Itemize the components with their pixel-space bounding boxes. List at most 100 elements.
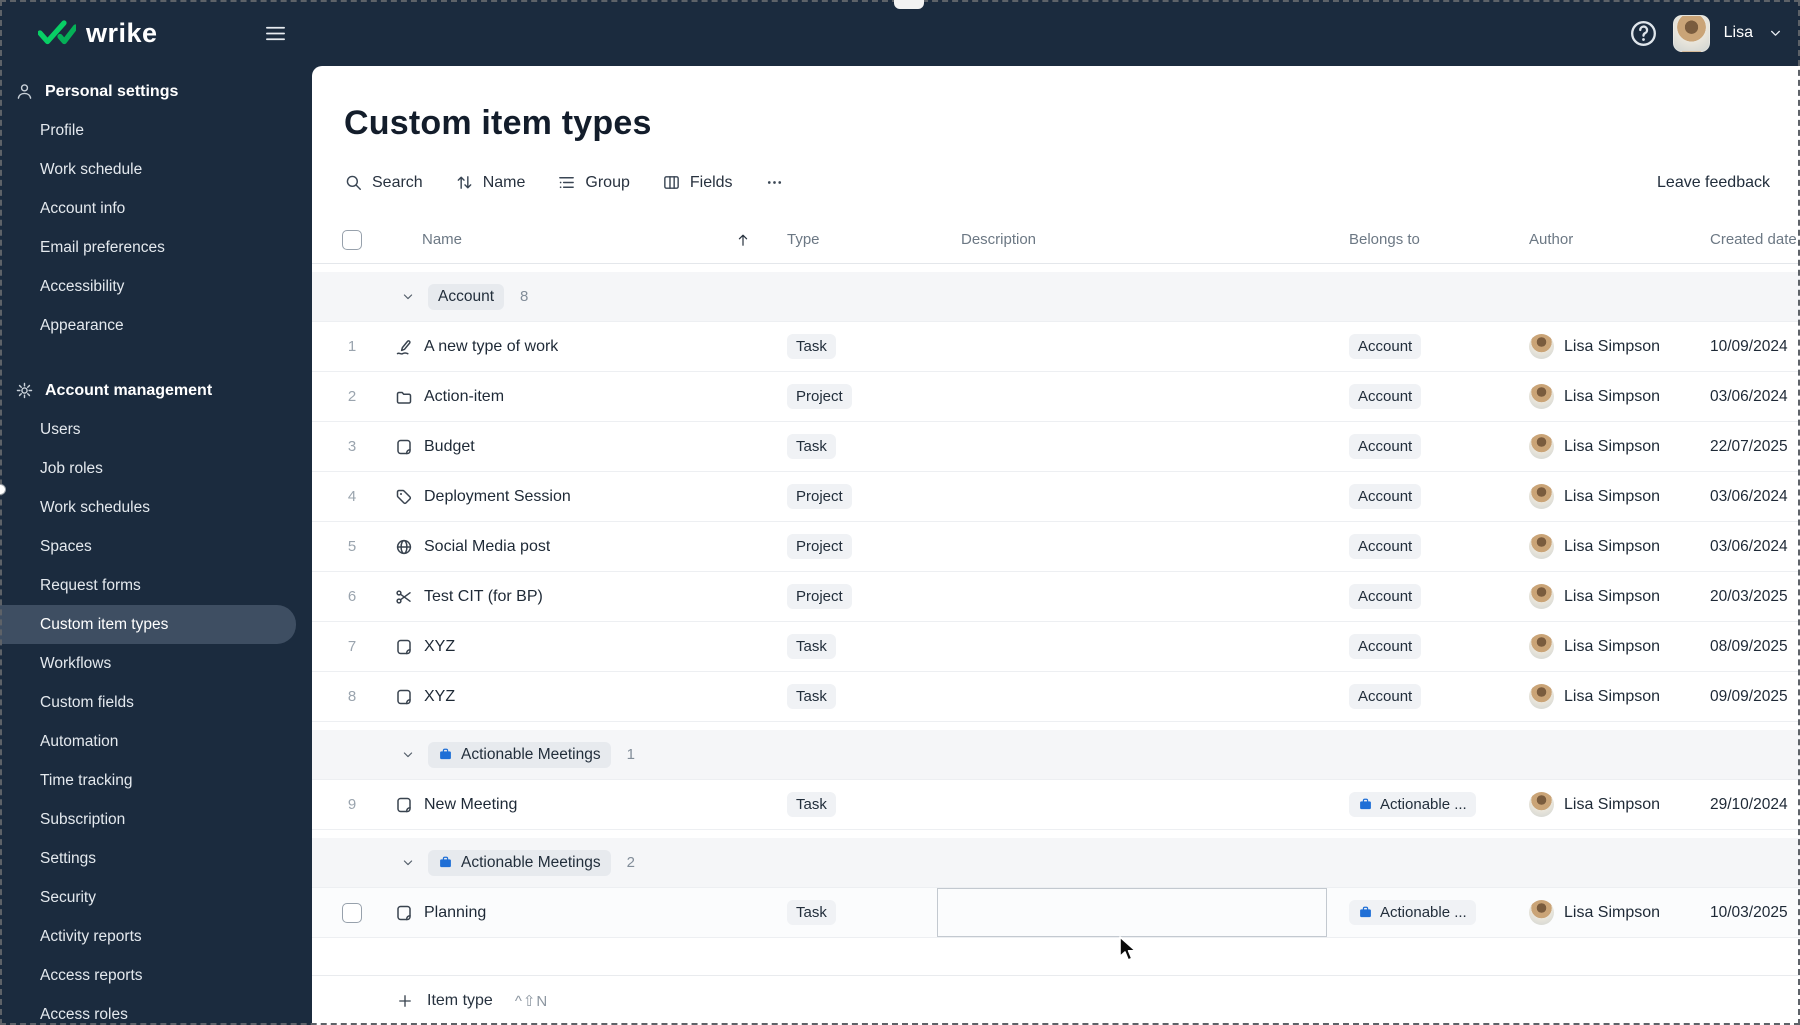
- sidebar-item-settings[interactable]: Settings: [0, 839, 296, 878]
- sidebar-item-email-preferences[interactable]: Email preferences: [0, 228, 296, 267]
- table-row-xyz[interactable]: 7 XYZ Task Account Lisa Simpson 08/09/2025: [312, 622, 1800, 672]
- sidebar-item-work-schedules[interactable]: Work schedules: [0, 488, 296, 527]
- column-header-description[interactable]: Description: [937, 231, 1327, 248]
- plus-icon: [396, 992, 414, 1010]
- toolbar: Search Name Group Fields Leave feedback: [344, 173, 1770, 192]
- topbar: wrike Lisa: [0, 0, 1800, 66]
- user-avatar[interactable]: [1672, 14, 1710, 52]
- column-header-type[interactable]: Type: [765, 231, 937, 248]
- belongs-to-badge: Actionable ...: [1349, 792, 1476, 817]
- table-row-social-media-post[interactable]: 5 Social Media post Project Account Lisa Sim…: [312, 522, 1800, 572]
- group-count: 2: [626, 854, 635, 871]
- type-badge: Project: [787, 484, 852, 509]
- sidebar-item-work-schedule[interactable]: Work schedule: [0, 150, 296, 189]
- sidebar-item-custom-fields[interactable]: Custom fields: [0, 683, 296, 722]
- leave-feedback-button[interactable]: Leave feedback: [1657, 174, 1770, 192]
- chevron-down-icon[interactable]: [1767, 25, 1784, 42]
- item-name[interactable]: XYZ: [424, 638, 455, 656]
- sidebar-item-custom-item-types[interactable]: Custom item types: [0, 605, 296, 644]
- item-name[interactable]: XYZ: [424, 688, 455, 706]
- author-name: Lisa Simpson: [1564, 537, 1661, 555]
- column-header-author[interactable]: Author: [1505, 231, 1690, 248]
- group-count: 1: [626, 746, 635, 763]
- sidebar-item-access-roles[interactable]: Access roles: [0, 995, 296, 1025]
- sort-button[interactable]: Name: [455, 173, 525, 192]
- row-number: 7: [347, 638, 357, 655]
- description-cell[interactable]: [937, 372, 1327, 421]
- item-name[interactable]: Action-item: [424, 388, 504, 406]
- fields-button[interactable]: Fields: [662, 173, 733, 192]
- table-row-action-item[interactable]: 2 Action-item Project Account Lisa Simpson 03…: [312, 372, 1800, 422]
- description-cell[interactable]: [937, 572, 1327, 621]
- description-cell[interactable]: [937, 622, 1327, 671]
- description-cell[interactable]: [937, 522, 1327, 571]
- description-cell[interactable]: [937, 322, 1327, 371]
- more-button[interactable]: [765, 173, 784, 192]
- item-name[interactable]: Social Media post: [424, 538, 550, 556]
- sidebar-section-account-management: Account management Users Job roles Work sch…: [0, 371, 312, 1025]
- sidebar-item-time-tracking[interactable]: Time tracking: [0, 761, 296, 800]
- item-name[interactable]: Test CIT (for BP): [424, 588, 543, 606]
- group-button[interactable]: Group: [557, 173, 630, 192]
- item-name[interactable]: A new type of work: [424, 338, 558, 356]
- sidebar-item-security[interactable]: Security: [0, 878, 296, 917]
- sidebar-item-workflows[interactable]: Workflows: [0, 644, 296, 683]
- chevron-down-icon[interactable]: [400, 747, 416, 763]
- task-icon: [394, 903, 414, 923]
- group-badge[interactable]: Actionable Meetings: [428, 741, 611, 768]
- type-badge: Task: [787, 684, 836, 709]
- table-row-planning[interactable]: Planning Task Actionable ... Lisa Simpson 10…: [312, 888, 1800, 938]
- help-icon[interactable]: [1628, 18, 1659, 49]
- sidebar-item-accessibility[interactable]: Accessibility: [0, 267, 296, 306]
- sidebar-item-profile[interactable]: Profile: [0, 111, 296, 150]
- menu-icon[interactable]: [264, 22, 287, 45]
- table-row-test-cit-for-bp[interactable]: 6 Test CIT (for BP) Project Account Lisa Sim…: [312, 572, 1800, 622]
- sidebar-item-job-roles[interactable]: Job roles: [0, 449, 296, 488]
- author-avatar: [1529, 792, 1554, 817]
- column-header-name[interactable]: Name: [392, 231, 765, 248]
- sidebar-item-activity-reports[interactable]: Activity reports: [0, 917, 296, 956]
- type-badge: Project: [787, 384, 852, 409]
- column-header-belongs-to[interactable]: Belongs to: [1327, 231, 1505, 248]
- item-name[interactable]: New Meeting: [424, 796, 517, 814]
- select-all-checkbox[interactable]: [342, 229, 362, 250]
- chevron-down-icon[interactable]: [400, 855, 416, 871]
- sidebar-item-automation[interactable]: Automation: [0, 722, 296, 761]
- description-cell[interactable]: [937, 472, 1327, 521]
- group-badge[interactable]: Account: [428, 283, 505, 310]
- sidebar-item-subscription[interactable]: Subscription: [0, 800, 296, 839]
- table-row-a-new-type-of-work[interactable]: 1 A new type of work Task Account Lisa Simps…: [312, 322, 1800, 372]
- wrike-logo[interactable]: wrike: [38, 18, 158, 49]
- row-number: 5: [347, 538, 357, 555]
- item-name[interactable]: Budget: [424, 438, 475, 456]
- group-badge[interactable]: Actionable Meetings: [428, 849, 611, 876]
- author-avatar: [1529, 334, 1554, 359]
- description-cell[interactable]: [937, 672, 1327, 721]
- belongs-to-badge: Account: [1349, 434, 1422, 459]
- add-item-type-button[interactable]: Item type: [396, 992, 493, 1010]
- search-button[interactable]: Search: [344, 173, 423, 192]
- row-checkbox[interactable]: [342, 902, 362, 923]
- author-name: Lisa Simpson: [1564, 437, 1661, 455]
- description-cell[interactable]: [937, 888, 1327, 937]
- item-name[interactable]: Deployment Session: [424, 488, 571, 506]
- sidebar-item-request-forms[interactable]: Request forms: [0, 566, 296, 605]
- table-row-xyz[interactable]: 8 XYZ Task Account Lisa Simpson 09/09/2025: [312, 672, 1800, 722]
- group-label: Actionable Meetings: [461, 745, 601, 763]
- chevron-down-icon[interactable]: [400, 289, 416, 305]
- sidebar-item-account-info[interactable]: Account info: [0, 189, 296, 228]
- sidebar-item-access-reports[interactable]: Access reports: [0, 956, 296, 995]
- table-row-budget[interactable]: 3 Budget Task Account Lisa Simpson 22/07/2025: [312, 422, 1800, 472]
- sidebar-item-appearance[interactable]: Appearance: [0, 306, 296, 345]
- table-row-deployment-session[interactable]: 4 Deployment Session Project Account Lisa Si…: [312, 472, 1800, 522]
- sidebar-item-spaces[interactable]: Spaces: [0, 527, 296, 566]
- column-header-created-date[interactable]: Created date: [1690, 231, 1800, 248]
- user-name[interactable]: Lisa: [1724, 24, 1753, 42]
- table-row-new-meeting[interactable]: 9 New Meeting Task Actionable ... Lisa Simps…: [312, 780, 1800, 830]
- sidebar-item-users[interactable]: Users: [0, 410, 296, 449]
- description-cell[interactable]: [937, 780, 1327, 829]
- description-cell[interactable]: [937, 422, 1327, 471]
- sort-ascending-icon[interactable]: [735, 232, 751, 248]
- item-name[interactable]: Planning: [424, 904, 486, 922]
- sidebar-section-personal-settings: Personal settings Profile Work schedule Acc…: [0, 72, 312, 345]
